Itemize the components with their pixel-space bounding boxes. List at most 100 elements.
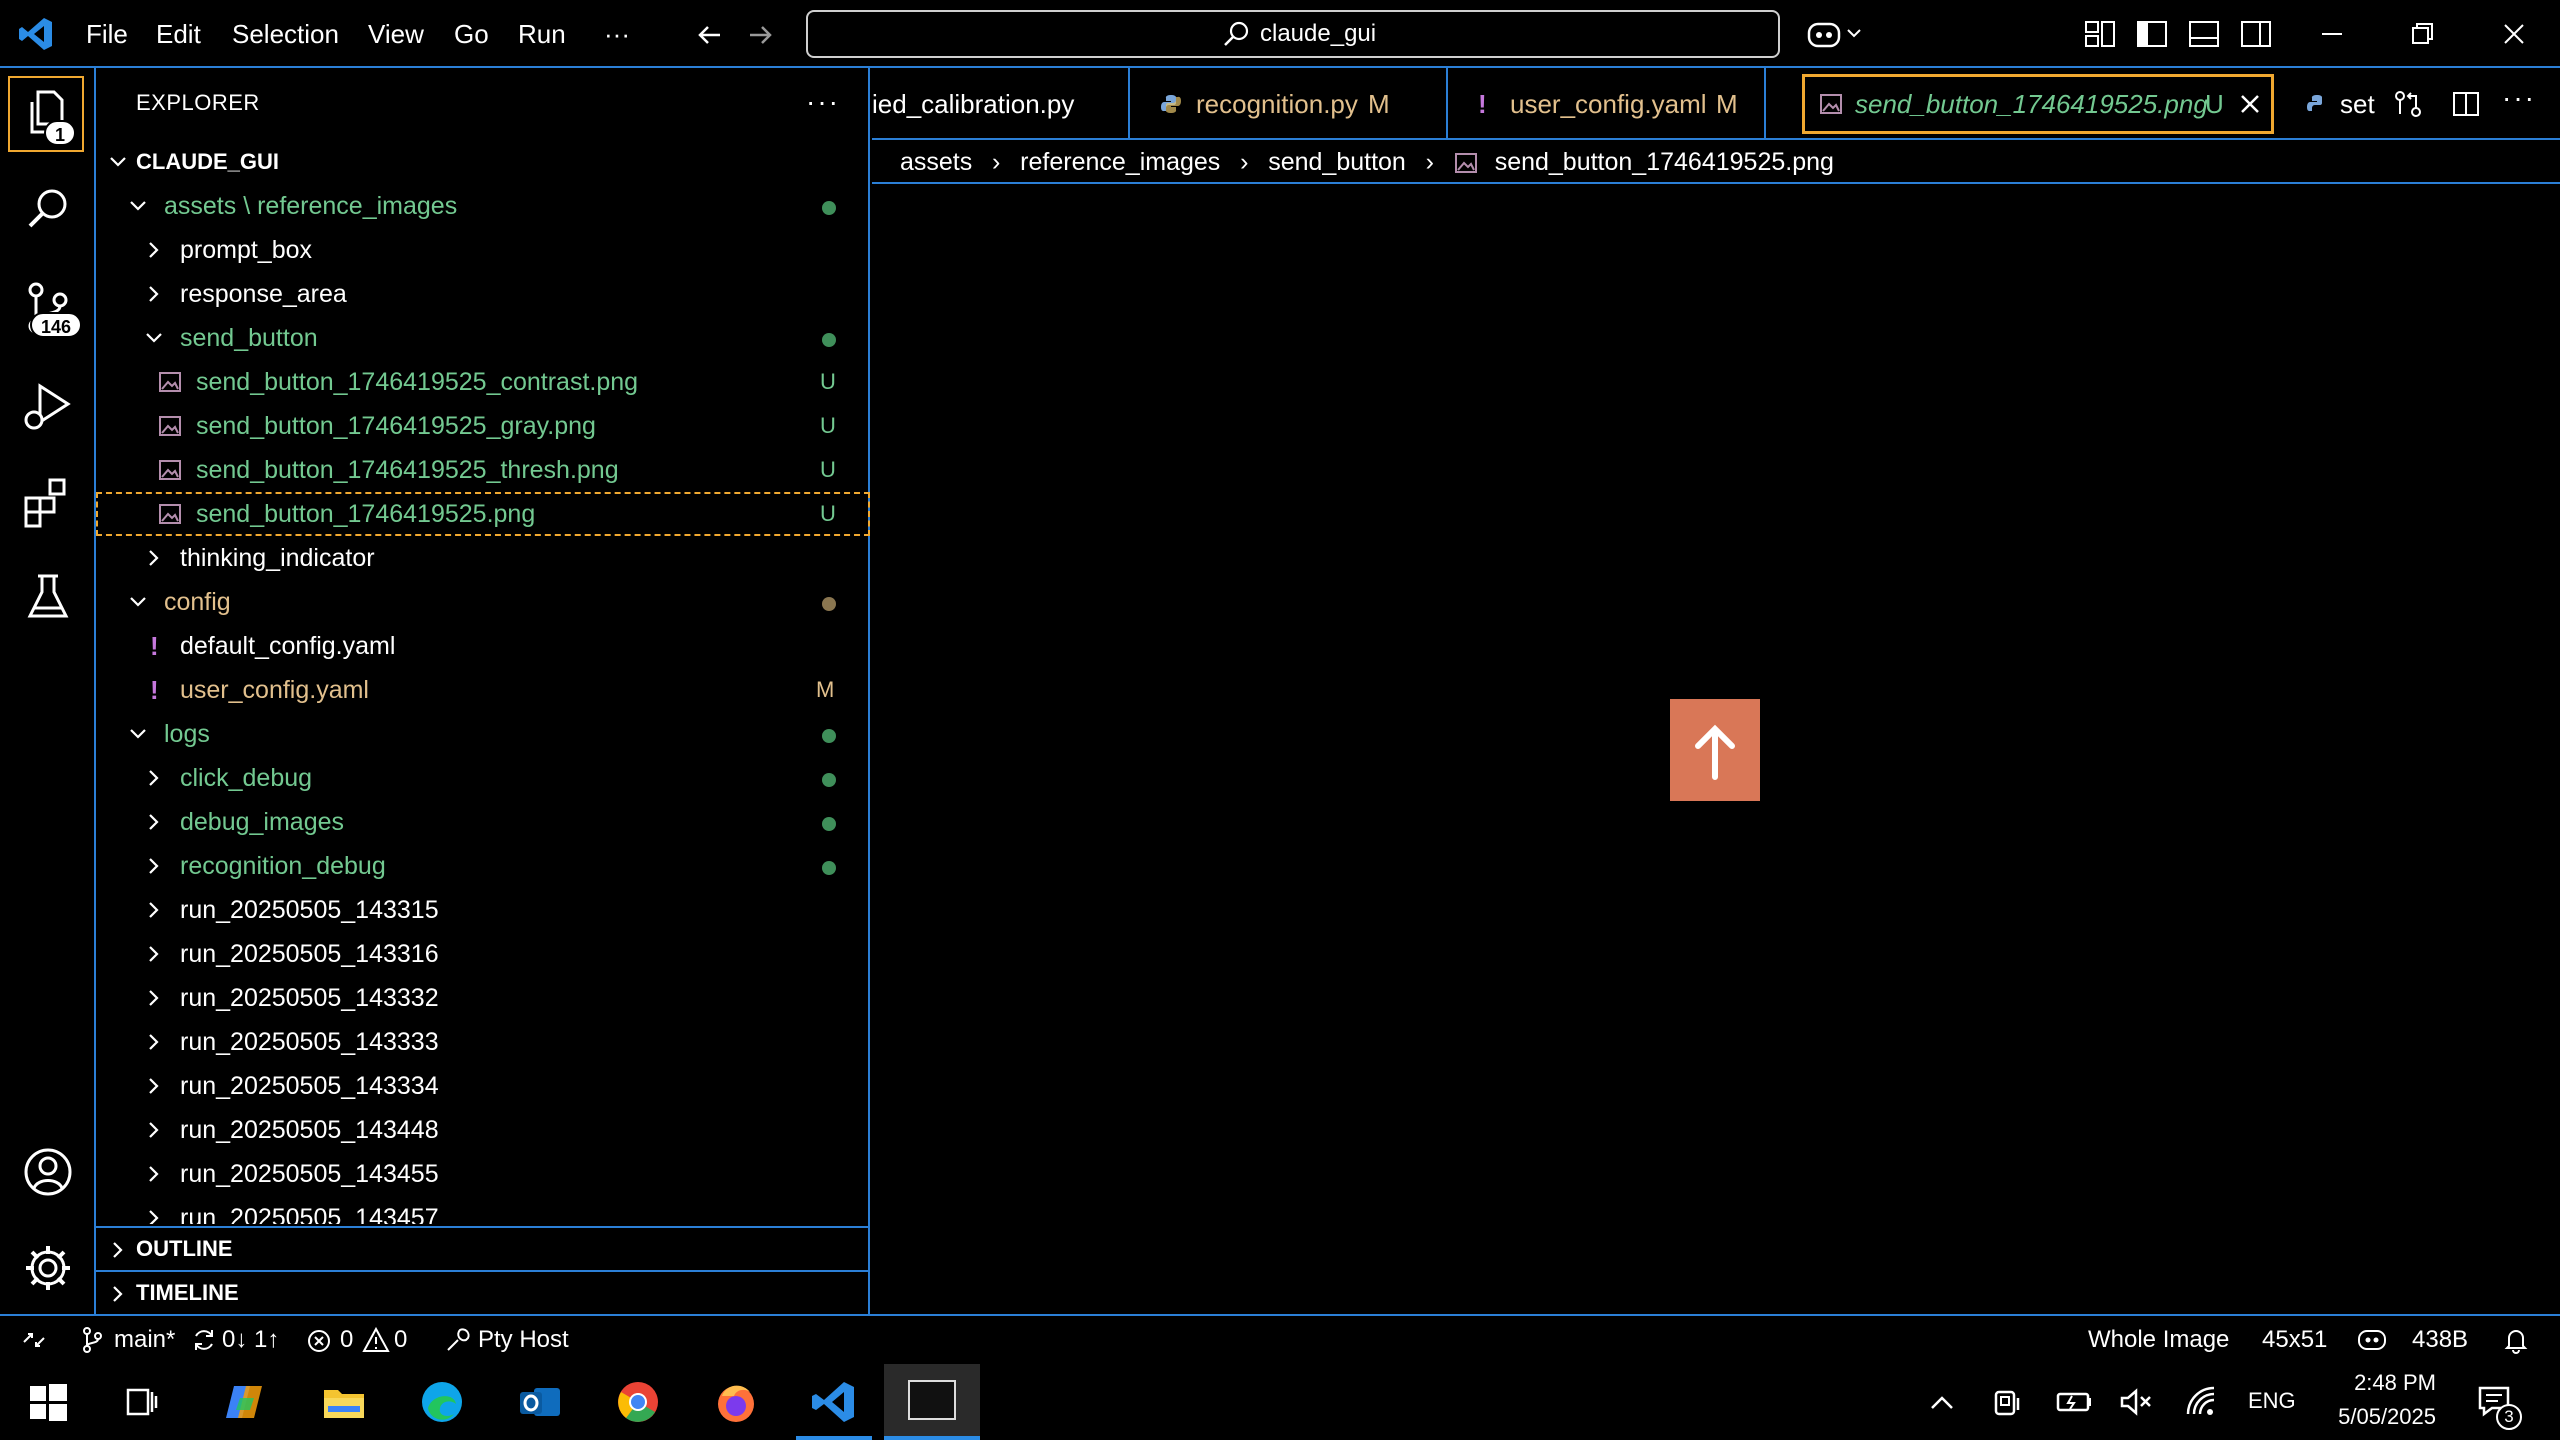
tab-set[interactable]: set	[2280, 68, 2375, 138]
language-indicator[interactable]: ENG	[2248, 1388, 2296, 1414]
tree-folder-response-area[interactable]: response_area	[96, 272, 870, 316]
tree-file-default-config[interactable]: ! default_config.yaml	[96, 624, 870, 668]
workspace-root[interactable]: CLAUDE_GUI	[96, 140, 870, 184]
tree-folder-run[interactable]: run_20250505_143334	[96, 1064, 870, 1108]
windows-start-icon[interactable]	[24, 1378, 72, 1426]
search-icon[interactable]	[18, 180, 78, 240]
breadcrumb-assets[interactable]: assets	[900, 148, 972, 176]
tab-user-config[interactable]: ! user_config.yaml M	[1448, 68, 1766, 138]
menu-go[interactable]: Go	[454, 14, 489, 54]
warning-icon[interactable]	[362, 1326, 390, 1354]
tree-folder-run[interactable]: run_20250505_143455	[96, 1152, 870, 1196]
menu-view[interactable]: View	[368, 14, 424, 54]
tree-folder-run[interactable]: run_20250505_143332	[96, 976, 870, 1020]
outline-section[interactable]: OUTLINE	[96, 1226, 870, 1270]
tree-folder-send-button[interactable]: send_button	[96, 316, 870, 360]
tree-file-gray-png[interactable]: send_button_1746419525_gray.png U	[96, 404, 870, 448]
tree-folder-run[interactable]: run_20250505_143457	[96, 1196, 870, 1224]
clock-date[interactable]: 5/05/2025	[2322, 1404, 2436, 1430]
bell-icon[interactable]	[2502, 1326, 2530, 1354]
manage-gear-icon[interactable]	[18, 1238, 78, 1298]
customize-layout-icon[interactable]	[2080, 14, 2120, 54]
tree-file-user-config[interactable]: ! user_config.yaml M	[96, 668, 870, 712]
image-preview[interactable]	[1670, 699, 1760, 801]
tree-label: run_20250505_143315	[180, 896, 439, 924]
tree-folder-recognition-debug[interactable]: recognition_debug	[96, 844, 870, 888]
nav-back-button[interactable]	[692, 18, 726, 52]
zoom-mode[interactable]: Whole Image	[2088, 1316, 2229, 1364]
meet-now-icon[interactable]	[1990, 1384, 2026, 1420]
branch-name[interactable]: main*	[114, 1316, 175, 1364]
tree-folder-thinking-indicator[interactable]: thinking_indicator	[96, 536, 870, 580]
tab-recognition[interactable]: recognition.py M	[1130, 68, 1448, 138]
menu-run[interactable]: Run	[518, 14, 566, 54]
tree-folder-run[interactable]: run_20250505_143315	[96, 888, 870, 932]
search-icon	[1222, 20, 1250, 48]
open-changes-icon[interactable]	[2392, 88, 2424, 120]
breadcrumb-reference-images[interactable]: reference_images	[1020, 148, 1220, 176]
tree-folder-click-debug[interactable]: click_debug	[96, 756, 870, 800]
minimize-icon[interactable]	[2312, 14, 2352, 54]
tree-folder-prompt-box[interactable]: prompt_box	[96, 228, 870, 272]
chevron-right-icon	[108, 1284, 128, 1304]
menu-edit[interactable]: Edit	[156, 14, 201, 54]
tree-folder-run[interactable]: run_20250505_143316	[96, 932, 870, 976]
tree-folder-debug-images[interactable]: debug_images	[96, 800, 870, 844]
tree-file-contrast-png[interactable]: send_button_1746419525_contrast.png U	[96, 360, 870, 404]
task-view-icon[interactable]	[118, 1378, 166, 1426]
edge-icon[interactable]	[418, 1378, 466, 1426]
menu-selection[interactable]: Selection	[232, 14, 339, 54]
warning-count[interactable]: 0	[394, 1316, 407, 1364]
toggle-primary-sidebar-icon[interactable]	[2132, 14, 2172, 54]
wifi-icon[interactable]	[2184, 1384, 2220, 1420]
split-editor-icon[interactable]	[2450, 88, 2482, 120]
copilot-app-icon[interactable]	[220, 1378, 268, 1426]
breadcrumb-file[interactable]: send_button_1746419525.png	[1495, 148, 1834, 176]
terminal-taskbar-item[interactable]	[884, 1364, 980, 1440]
editor-tab-bar: ied_calibration.py recognition.py M ! us…	[872, 68, 2560, 140]
chevron-up-icon[interactable]	[1924, 1386, 1960, 1422]
menu-more[interactable]: ···	[604, 14, 630, 54]
outlook-icon[interactable]	[516, 1378, 564, 1426]
pty-host[interactable]: Pty Host	[478, 1316, 569, 1364]
tree-folder-run[interactable]: run_20250505_143448	[96, 1108, 870, 1152]
tab-calibration[interactable]: ied_calibration.py	[872, 68, 1130, 138]
error-count[interactable]: 0	[340, 1316, 353, 1364]
testing-icon[interactable]	[18, 568, 78, 628]
tree-folder-run[interactable]: run_20250505_143333	[96, 1020, 870, 1064]
vscode-taskbar-item[interactable]	[796, 1364, 872, 1440]
tree-folder-config[interactable]: config	[96, 580, 870, 624]
menu-file[interactable]: File	[86, 14, 128, 54]
nav-forward-button[interactable]	[744, 18, 778, 52]
close-window-icon[interactable]	[2494, 14, 2534, 54]
timeline-section[interactable]: TIMELINE	[96, 1270, 870, 1314]
chrome-icon[interactable]	[614, 1378, 662, 1426]
error-icon[interactable]	[306, 1328, 332, 1354]
clock-time[interactable]: 2:48 PM	[2336, 1370, 2436, 1396]
accounts-icon[interactable]	[18, 1142, 78, 1202]
extensions-icon[interactable]	[18, 472, 78, 532]
remote-icon[interactable]	[20, 1326, 48, 1354]
command-center-search[interactable]: claude_gui	[806, 10, 1780, 58]
copilot-status-icon[interactable]	[2356, 1326, 2388, 1354]
firefox-icon[interactable]	[712, 1378, 760, 1426]
explorer-more-button[interactable]: ···	[806, 86, 840, 118]
restore-icon[interactable]	[2402, 14, 2442, 54]
file-explorer-icon[interactable]	[320, 1378, 368, 1426]
sync-status[interactable]: 0↓ 1↑	[222, 1316, 279, 1364]
close-tab-icon[interactable]	[2237, 91, 2263, 117]
sync-icon[interactable]	[190, 1326, 218, 1354]
breadcrumb-send-button[interactable]: send_button	[1268, 148, 1406, 176]
battery-icon[interactable]	[2054, 1384, 2094, 1420]
more-actions-icon[interactable]: ···	[2502, 82, 2536, 114]
tree-folder-logs[interactable]: logs	[96, 712, 870, 756]
volume-muted-icon[interactable]	[2118, 1384, 2154, 1420]
tab-send-button-png[interactable]: send_button_1746419525.png U	[1802, 74, 2274, 134]
toggle-panel-icon[interactable]	[2184, 14, 2224, 54]
run-debug-icon[interactable]	[18, 376, 78, 436]
tree-file-send-button-png[interactable]: send_button_1746419525.png U	[96, 492, 870, 536]
tree-file-thresh-png[interactable]: send_button_1746419525_thresh.png U	[96, 448, 870, 492]
copilot-icon[interactable]	[1806, 16, 1864, 52]
tree-folder-assets[interactable]: assets \ reference_images	[96, 184, 870, 228]
toggle-secondary-sidebar-icon[interactable]	[2236, 14, 2276, 54]
